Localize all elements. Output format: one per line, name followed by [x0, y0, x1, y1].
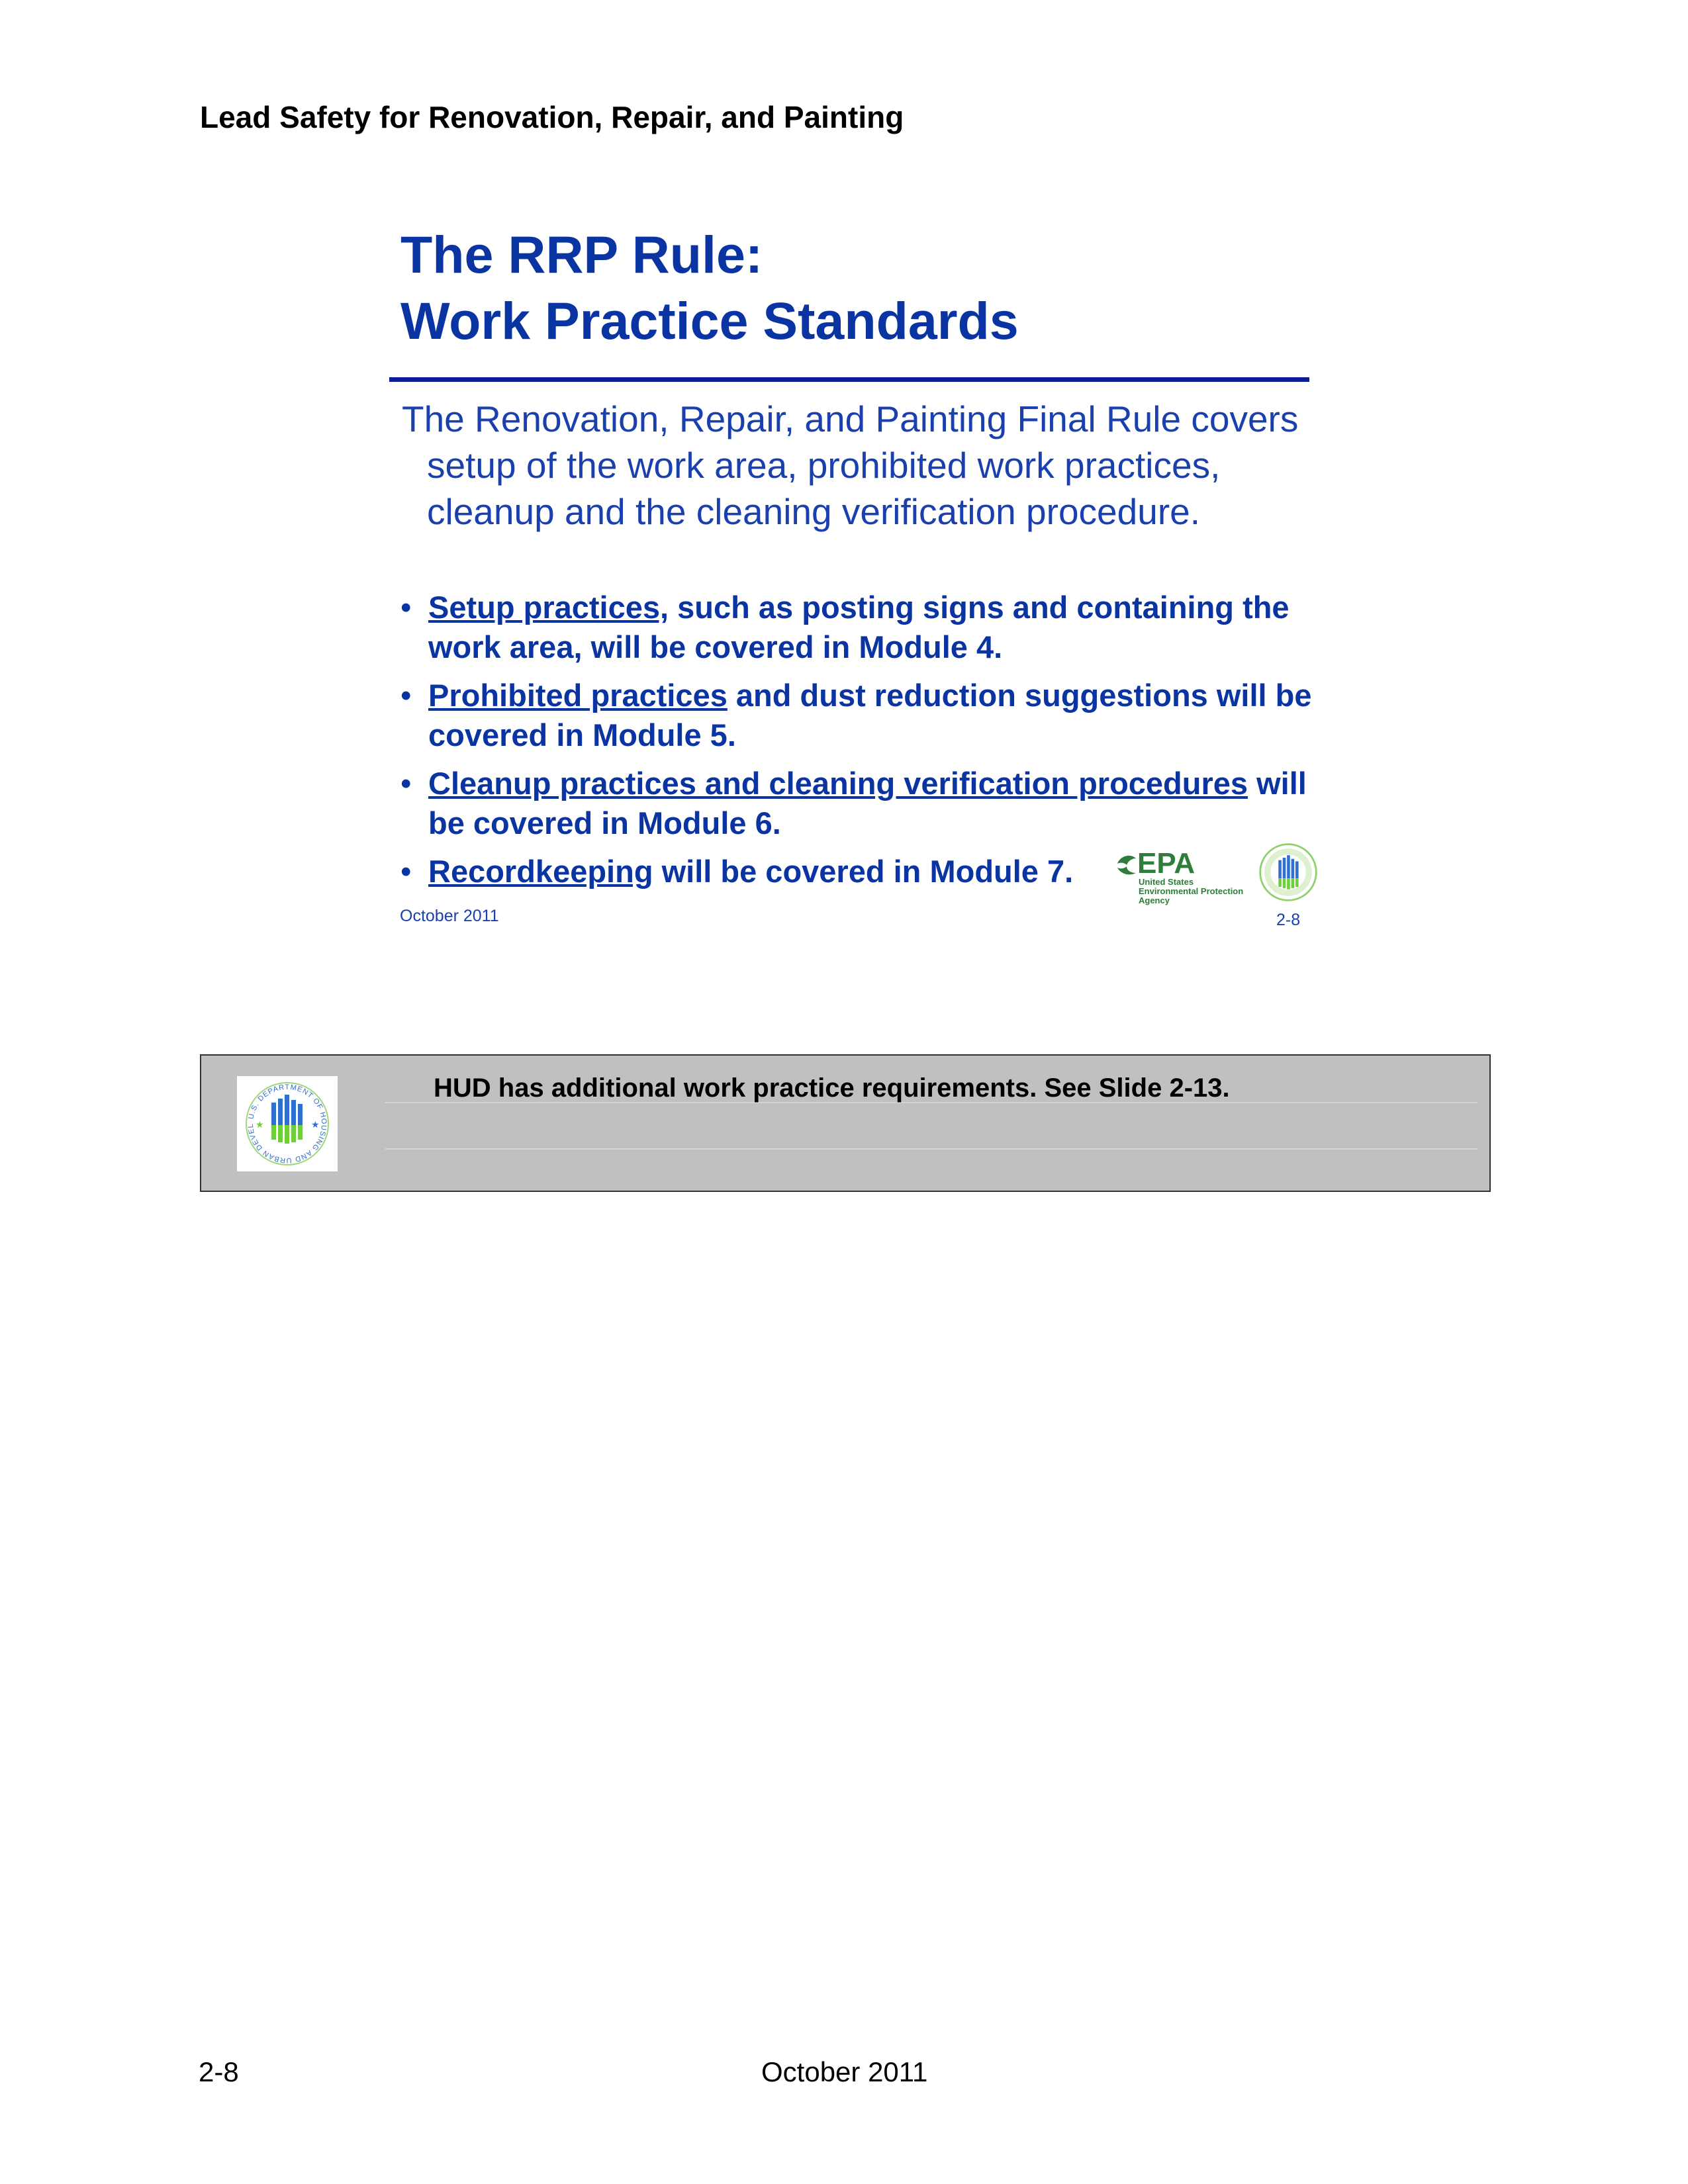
document-header: Lead Safety for Renovation, Repair, and …	[200, 100, 904, 134]
prohibited-practices-link[interactable]: Prohibited practices	[428, 678, 727, 713]
slide-title: The RRP Rule: Work Practice Standards	[400, 222, 1019, 354]
epa-line3: Agency	[1139, 895, 1170, 905]
slide-number: 2-8	[1276, 911, 1301, 929]
bullet-cleanup-practices: • Cleanup practices and cleaning verific…	[400, 764, 1314, 843]
slide-intro-text: The Renovation, Repair, and Painting Fin…	[402, 398, 1299, 532]
cleanup-practices-link[interactable]: Cleanup practices and cleaning verificat…	[428, 766, 1248, 801]
epa-wordmark: EPA	[1137, 847, 1195, 880]
note-divider	[385, 1148, 1477, 1150]
bullet-dot: •	[400, 590, 412, 625]
bullet-text: will be covered in Module 7.	[653, 854, 1074, 889]
bullet-dot: •	[400, 766, 412, 801]
bullet-dot: •	[400, 854, 412, 889]
footer-page-number: 2-8	[199, 2056, 239, 2087]
bullet-setup-practices: • Setup practices, such as posting signs…	[400, 588, 1314, 667]
slide-title-line2: Work Practice Standards	[400, 291, 1019, 350]
bullet-prohibited-practices: • Prohibited practices and dust reductio…	[400, 676, 1314, 755]
slide-date: October 2011	[400, 907, 499, 925]
footer-date: October 2011	[761, 2056, 928, 2087]
title-divider	[389, 377, 1309, 382]
hud-note-text: HUD has additional work practice require…	[434, 1073, 1230, 1103]
epa-line2: Environmental Protection	[1139, 886, 1243, 896]
bullet-dot: •	[400, 678, 412, 713]
setup-practices-link[interactable]: Setup practices,	[428, 590, 669, 625]
epa-line1: United States	[1139, 877, 1194, 887]
recordkeeping-link[interactable]: Recordkeeping	[428, 854, 653, 889]
hud-seal-icon: U.S. DEPARTMENT OF HOUSING AND URBAN DEV…	[234, 1070, 338, 1171]
hud-seal-icon	[1258, 842, 1319, 903]
slide-title-line1: The RRP Rule:	[400, 225, 763, 284]
epa-logo-icon: EPA United States Environmental Protecti…	[1117, 847, 1243, 905]
svg-text:★: ★	[256, 1120, 264, 1130]
svg-text:★: ★	[311, 1120, 320, 1130]
epa-logo: EPA United States Environmental Protecti…	[1111, 844, 1243, 910]
